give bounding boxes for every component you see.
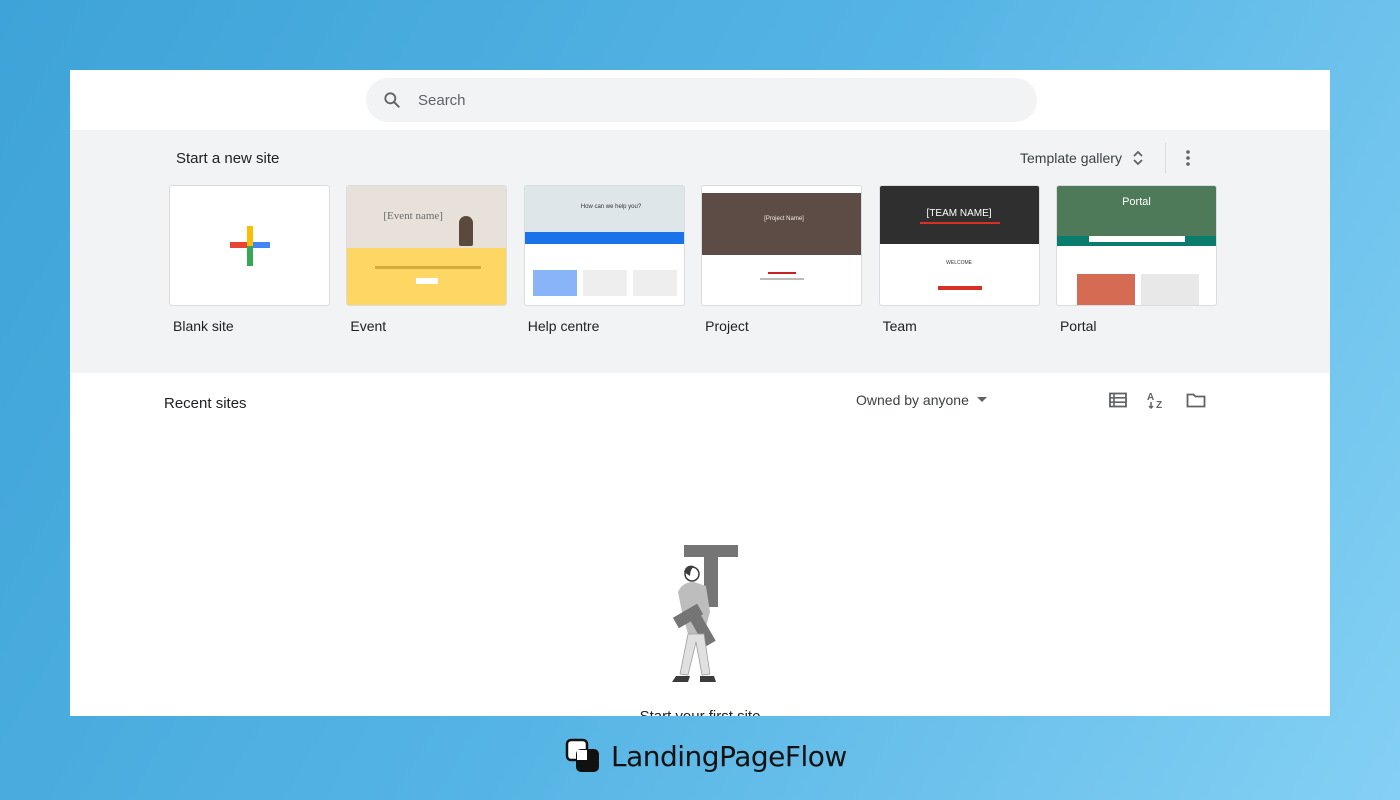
thumbnail-text-line — [768, 272, 797, 274]
thumbnail-text-line — [760, 278, 805, 280]
template-label: Event — [350, 318, 387, 334]
template-thumbnail[interactable]: Portal — [1055, 185, 1217, 306]
thumbnail-band — [524, 232, 684, 244]
sort-button[interactable]: A Z — [1145, 388, 1169, 412]
thumbnail-button — [416, 278, 439, 284]
sites-window: Search Start a new site Template gallery — [70, 70, 1330, 716]
thumbnail-image — [1140, 274, 1199, 305]
plus-icon — [230, 226, 270, 266]
template-label: Project — [705, 318, 749, 334]
top-bar: Search — [70, 70, 1330, 130]
search-icon — [384, 92, 400, 108]
template-thumbnail[interactable]: [Project Name] — [701, 185, 863, 306]
template-label: Help centre — [527, 318, 600, 334]
more-options-button[interactable] — [1178, 146, 1198, 170]
template-team[interactable]: [TEAM NAME] WELCOME Team — [878, 185, 1040, 334]
more-vert-icon — [1186, 150, 1190, 166]
dropdown-arrow-icon — [976, 397, 987, 402]
thumbnail-card — [582, 270, 627, 296]
thumbnail-band — [347, 248, 507, 305]
thumbnail-card — [532, 270, 577, 296]
template-label: Portal — [1059, 318, 1097, 334]
thumbnail-search — [1088, 236, 1185, 242]
template-thumbnail[interactable]: [TEAM NAME] WELCOME — [878, 185, 1040, 306]
template-help-centre[interactable]: How can we help you? Help centre — [523, 185, 685, 334]
thumbnail-card — [632, 270, 677, 296]
thumbnail-subtitle: WELCOME — [946, 260, 972, 266]
svg-text:Z: Z — [1156, 400, 1162, 409]
thumbnail-text-line — [375, 266, 482, 269]
empty-state-illustration — [672, 545, 738, 682]
folder-icon — [1186, 393, 1206, 408]
template-thumbnail[interactable]: How can we help you? — [523, 185, 685, 306]
search-input[interactable]: Search — [418, 92, 466, 109]
view-options: A Z — [1106, 388, 1223, 412]
template-blank-site[interactable]: Blank site — [169, 185, 330, 334]
brand-logo-icon — [565, 738, 599, 772]
template-event[interactable]: [Event name] Event — [346, 185, 508, 334]
thumbnail-title: Portal — [1122, 196, 1151, 208]
start-new-site-panel: Start a new site Template gallery Blank … — [70, 130, 1330, 373]
thumbnail-text-line — [919, 222, 1000, 224]
thumbnail-image — [1076, 274, 1135, 305]
owner-filter-dropdown[interactable]: Owned by anyone — [856, 392, 987, 408]
thumbnail-hero — [702, 193, 862, 255]
sort-az-icon: A Z — [1147, 392, 1162, 409]
thumbnail-title: [Project Name] — [764, 216, 804, 222]
template-thumbnail[interactable] — [169, 185, 330, 306]
template-list: Blank site [Event name] Event How can we… — [169, 185, 1233, 334]
recent-sites-title: Recent sites — [164, 395, 247, 412]
divider — [1165, 143, 1166, 173]
thumbnail-title: [TEAM NAME] — [926, 208, 992, 219]
template-gallery-label: Template gallery — [1020, 150, 1122, 166]
folder-button[interactable] — [1184, 388, 1208, 412]
template-label: Blank site — [173, 318, 234, 334]
svg-text:A: A — [1147, 392, 1154, 403]
empty-state-text: Start your first site — [70, 708, 1330, 716]
thumbnail-title: How can we help you? — [580, 204, 642, 210]
thumbnail-hero — [1056, 186, 1216, 236]
template-portal[interactable]: Portal Portal — [1055, 185, 1217, 334]
brand-watermark: LandingPageFlow — [565, 738, 847, 774]
template-gallery-button[interactable]: Template gallery — [1020, 149, 1144, 167]
start-new-site-title: Start a new site — [176, 150, 280, 167]
template-project[interactable]: [Project Name] Project — [701, 185, 863, 334]
list-view-icon — [1109, 392, 1127, 408]
list-view-button[interactable] — [1106, 388, 1130, 412]
thumbnail-title: [Event name] — [383, 210, 443, 222]
sort-arrows-icon — [1133, 150, 1143, 166]
brand-name: LandingPageFlow — [611, 739, 847, 773]
thumbnail-button — [937, 286, 982, 290]
template-label: Team — [882, 318, 917, 334]
template-thumbnail[interactable]: [Event name] — [346, 185, 508, 306]
search-bar[interactable]: Search — [366, 78, 1037, 122]
owner-filter-label: Owned by anyone — [856, 392, 969, 408]
thumbnail-figure — [459, 216, 474, 246]
